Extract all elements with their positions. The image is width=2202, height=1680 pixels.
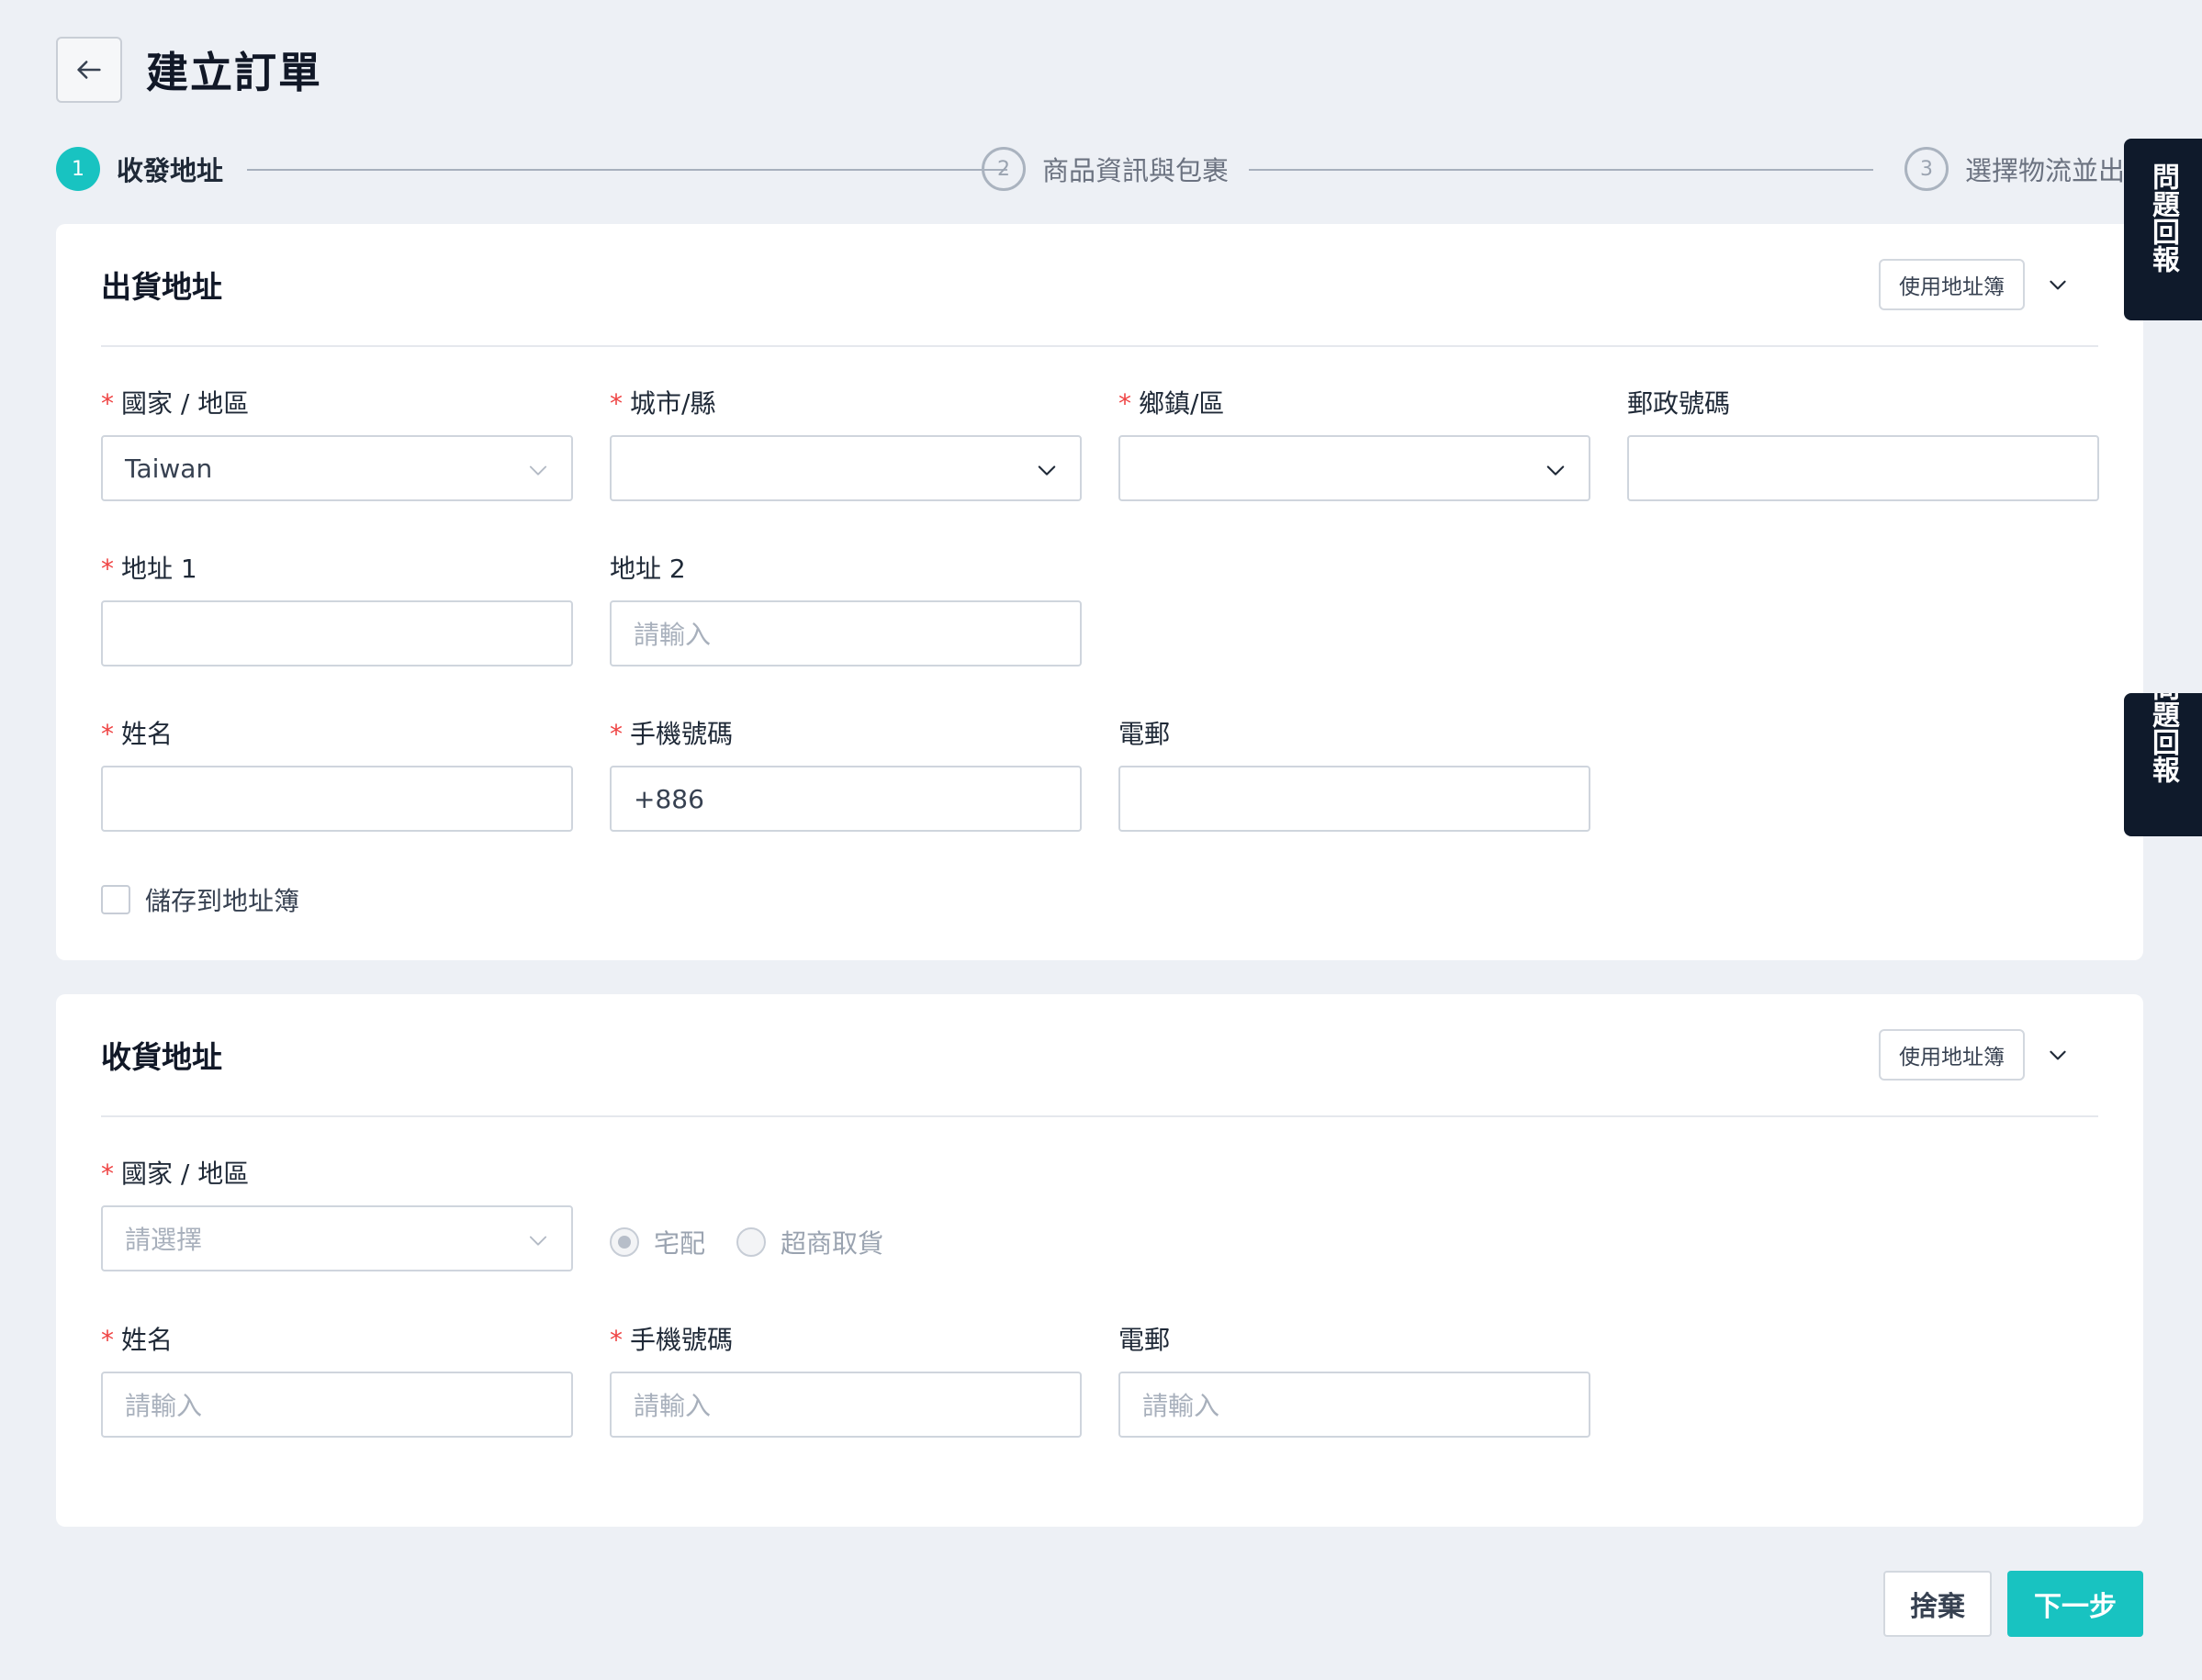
receiver-address-book-button[interactable]: 使用地址簿 bbox=[1879, 1029, 2025, 1081]
country-select[interactable]: Taiwan bbox=[101, 435, 573, 501]
receiver-card-title: 收貨地址 bbox=[101, 1039, 222, 1075]
address2-input[interactable]: 請輸入 bbox=[610, 600, 1082, 666]
receiver-name-label: * 姓名 bbox=[101, 1325, 174, 1355]
postal-code-label: 郵政號碼 bbox=[1627, 388, 1731, 419]
step-2-number: 2 bbox=[982, 147, 1026, 191]
receiver-collapse-toggle[interactable] bbox=[2044, 1041, 2072, 1069]
stepper: 1 收發地址 2 商品資訊與包裹 3 選擇物流並出貨 bbox=[56, 145, 2168, 193]
chevron-down-icon bbox=[1038, 465, 1056, 476]
email-label: 電郵 bbox=[1118, 719, 1171, 749]
discard-button[interactable]: 捨棄 bbox=[1883, 1571, 1992, 1637]
sender-address-card: 出貨地址 使用地址簿 * 國家 / 地區 Taiwan * 城市/縣 * 鄉鎮/區 郵… bbox=[56, 224, 2143, 960]
receiver-country-placeholder: 請選擇 bbox=[125, 1225, 203, 1255]
step-1[interactable]: 1 收發地址 bbox=[56, 145, 223, 193]
chevron-down-icon bbox=[529, 1236, 547, 1246]
email-input[interactable] bbox=[1118, 766, 1590, 832]
district-label: * 鄉鎮/區 bbox=[1118, 388, 1225, 419]
required-mark: * bbox=[610, 1325, 623, 1355]
receiver-country-select[interactable]: 請選擇 bbox=[101, 1205, 573, 1271]
step-connector bbox=[247, 169, 1007, 171]
required-mark: * bbox=[610, 388, 623, 419]
step-1-number: 1 bbox=[56, 147, 100, 191]
required-mark: * bbox=[101, 554, 114, 584]
sender-card-title: 出貨地址 bbox=[101, 269, 222, 305]
delivery-method: 宅配 超商取貨 bbox=[610, 1224, 915, 1260]
mobile-label: * 手機號碼 bbox=[610, 719, 734, 749]
save-to-address-book[interactable]: 儲存到地址簿 bbox=[101, 881, 299, 918]
home-delivery-label: 宅配 bbox=[654, 1228, 706, 1259]
receiver-name-placeholder: 請輸入 bbox=[125, 1391, 203, 1421]
postal-code-input[interactable] bbox=[1627, 435, 2099, 501]
store-pickup-label: 超商取貨 bbox=[781, 1228, 884, 1259]
chevron-down-icon bbox=[2050, 280, 2066, 290]
save-checkbox[interactable] bbox=[101, 885, 130, 914]
radio-store-pickup[interactable] bbox=[736, 1227, 767, 1257]
name-label: * 姓名 bbox=[101, 719, 174, 749]
save-checkbox-label: 儲存到地址簿 bbox=[145, 886, 300, 916]
feedback-tab[interactable]: 問題回報 bbox=[2124, 139, 2202, 320]
address2-label: 地址 2 bbox=[610, 554, 686, 584]
district-select[interactable] bbox=[1118, 435, 1590, 501]
country-value: Taiwan bbox=[125, 453, 213, 484]
address2-placeholder: 請輸入 bbox=[634, 620, 712, 650]
sender-collapse-toggle[interactable] bbox=[2044, 271, 2072, 298]
country-label: * 國家 / 地區 bbox=[101, 388, 250, 419]
receiver-address-card: 收貨地址 使用地址簿 * 國家 / 地區 請選擇 宅配 超商取貨 * 姓名 請輸入 … bbox=[56, 994, 2143, 1527]
receiver-mobile-placeholder: 請輸入 bbox=[634, 1391, 712, 1421]
receiver-country-label: * 國家 / 地區 bbox=[101, 1159, 250, 1189]
next-step-button[interactable]: 下一步 bbox=[2007, 1571, 2143, 1637]
step-2-label: 商品資訊與包裹 bbox=[1042, 155, 1230, 186]
feedback-tab-secondary[interactable]: 問題回報 bbox=[2124, 693, 2202, 836]
required-mark: * bbox=[1118, 388, 1131, 419]
step-1-label: 收發地址 bbox=[117, 155, 224, 186]
required-mark: * bbox=[101, 1159, 114, 1189]
feedback-tab-label: 問題回報 bbox=[2147, 693, 2179, 783]
required-mark: * bbox=[101, 388, 114, 419]
receiver-mobile-input[interactable]: 請輸入 bbox=[610, 1372, 1082, 1438]
back-button[interactable] bbox=[56, 37, 122, 103]
receiver-email-label: 電郵 bbox=[1118, 1325, 1171, 1355]
feedback-tab-label: 問題回報 bbox=[2147, 162, 2179, 273]
radio-dot bbox=[618, 1236, 631, 1249]
chevron-down-icon bbox=[2050, 1050, 2066, 1060]
sender-address-book-button[interactable]: 使用地址簿 bbox=[1879, 259, 2025, 310]
step-2[interactable]: 2 商品資訊與包裹 bbox=[982, 145, 1229, 193]
step-connector bbox=[1249, 169, 1873, 171]
chevron-down-icon bbox=[1546, 465, 1565, 476]
address1-label: * 地址 1 bbox=[101, 554, 197, 584]
mobile-value: +886 bbox=[634, 783, 704, 814]
header-bar: 建立訂單 bbox=[56, 37, 322, 103]
step-3-number: 3 bbox=[1904, 147, 1949, 191]
name-input[interactable] bbox=[101, 766, 573, 832]
chevron-down-icon bbox=[529, 465, 547, 476]
arrow-left-icon bbox=[77, 61, 101, 79]
radio-home-delivery[interactable] bbox=[610, 1227, 639, 1257]
card-divider bbox=[101, 1115, 2098, 1117]
city-label: * 城市/縣 bbox=[610, 388, 716, 419]
required-mark: * bbox=[610, 719, 623, 749]
required-mark: * bbox=[101, 719, 114, 749]
page-title: 建立訂單 bbox=[146, 48, 322, 97]
receiver-mobile-label: * 手機號碼 bbox=[610, 1325, 734, 1355]
required-mark: * bbox=[101, 1325, 114, 1355]
receiver-email-input[interactable]: 請輸入 bbox=[1118, 1372, 1590, 1438]
mobile-input[interactable]: +886 bbox=[610, 766, 1082, 832]
card-divider bbox=[101, 345, 2098, 347]
address1-input[interactable] bbox=[101, 600, 573, 666]
city-select[interactable] bbox=[610, 435, 1082, 501]
receiver-name-input[interactable]: 請輸入 bbox=[101, 1372, 573, 1438]
receiver-email-placeholder: 請輸入 bbox=[1142, 1391, 1220, 1421]
